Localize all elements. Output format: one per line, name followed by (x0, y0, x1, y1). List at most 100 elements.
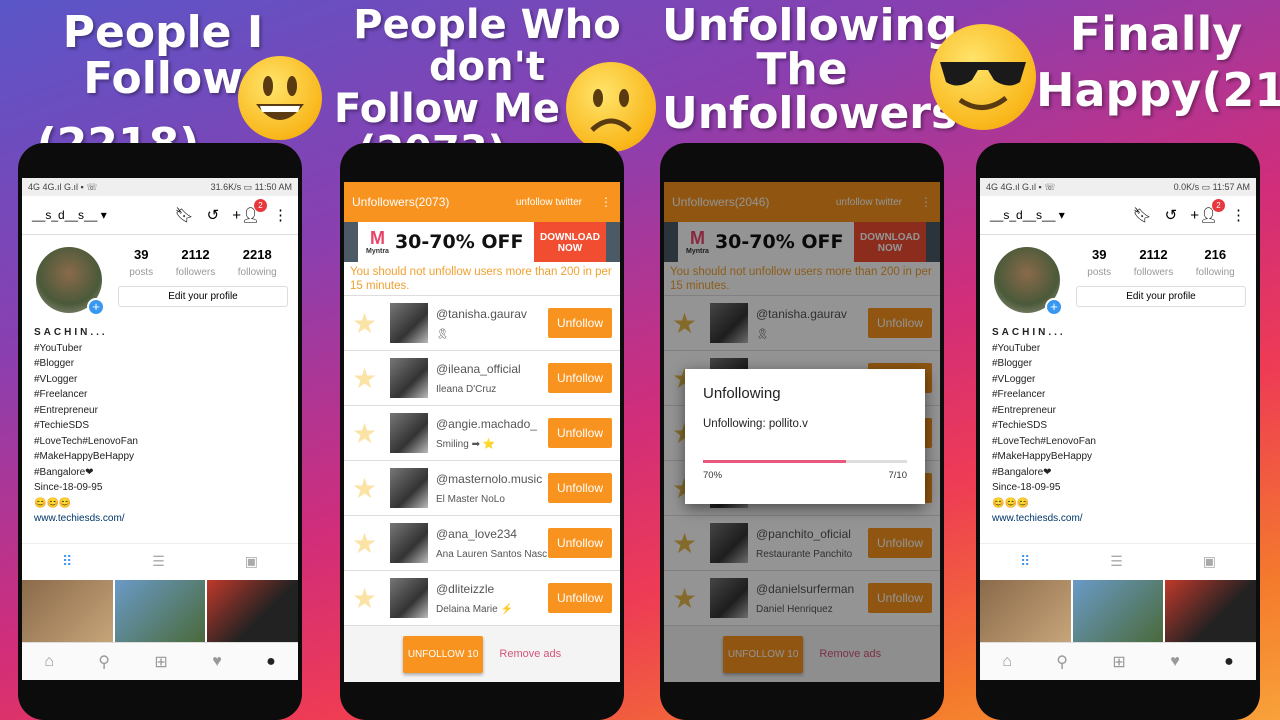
bio-line: #VLogger (992, 373, 1036, 385)
remove-ads-link[interactable]: Remove ads (499, 648, 561, 660)
headline-line: Finally (1069, 7, 1243, 61)
bio-line: Since-18-09-95 (34, 482, 103, 493)
user-avatar (390, 413, 428, 453)
following-count[interactable]: 216 following (1196, 247, 1235, 280)
add-story-icon[interactable]: + (1045, 298, 1063, 316)
progress-fill (703, 460, 846, 463)
notification-badge: 2 (254, 199, 267, 212)
footer: UNFOLLOW 10 Remove ads (344, 626, 620, 682)
user-avatar (390, 303, 428, 343)
followers-count[interactable]: 2112 followers (176, 247, 215, 280)
bookmark-icon[interactable]: 🔖︎ (175, 206, 194, 224)
rate-limit-warning: You should not unfollow users more than … (344, 262, 620, 296)
bookmark-icon[interactable]: 🔖︎ (1133, 206, 1152, 224)
headline-line: Follow Me (334, 86, 560, 132)
unfollow-button[interactable]: Unfollow (547, 418, 612, 448)
bio-line: 😊😊😊 (34, 497, 72, 509)
website-link[interactable]: www.techiesds.com/ (34, 511, 286, 527)
photo-thumb[interactable] (22, 580, 113, 642)
bio-line: #YouTuber (992, 342, 1041, 354)
headline-unfollowing-the-unfollowers: Unfollowing The Unfollowers (662, 4, 957, 136)
followers-value: 2112 (1139, 247, 1168, 262)
grid-view-icon[interactable]: ⠿ (1020, 553, 1030, 570)
add-post-icon[interactable]: ⊞ (1112, 652, 1125, 672)
avatar[interactable]: + (36, 247, 105, 316)
notification-badge: 2 (1212, 199, 1225, 212)
add-story-icon[interactable]: + (87, 298, 105, 316)
followers-count[interactable]: 2112 followers (1134, 247, 1173, 280)
posts-count[interactable]: 39 posts (129, 247, 153, 280)
heart-icon[interactable]: ♥ (212, 653, 222, 671)
bio-line: #Freelancer (34, 389, 88, 400)
star-icon[interactable]: ★ (352, 417, 390, 450)
user-avatar (390, 578, 428, 618)
home-icon[interactable]: ⌂ (44, 653, 54, 671)
list-view-icon[interactable]: ☰ (1110, 553, 1123, 570)
display-name: SACHIN... (992, 327, 1066, 338)
username-switcher[interactable]: __s_d__s__ ▾ (32, 208, 107, 222)
unfollow-button[interactable]: Unfollow (547, 473, 612, 503)
following-count[interactable]: 2218 following (238, 247, 277, 280)
frowning-face-icon (566, 62, 656, 152)
tagged-icon[interactable]: ▣ (1203, 553, 1216, 570)
history-icon[interactable]: ↺ (1165, 206, 1178, 224)
search-icon[interactable]: ⚲ (1056, 652, 1068, 672)
profile-icon[interactable]: ● (1224, 653, 1234, 671)
user-avatar (390, 358, 428, 398)
unfollow-twitter-link[interactable]: unfollow twitter (516, 197, 582, 208)
profile-icon[interactable]: ● (266, 653, 276, 671)
search-icon[interactable]: ⚲ (98, 652, 110, 672)
unfollow-button[interactable]: Unfollow (547, 363, 612, 393)
tagged-icon[interactable]: ▣ (245, 553, 258, 570)
home-icon[interactable]: ⌂ (1002, 653, 1012, 671)
add-person-icon[interactable]: +👤︎ 2 (232, 199, 267, 224)
phone-unfollowing-progress: Unfollowers(2046) unfollow twitter ⋮ M Mynt… (660, 143, 944, 720)
star-icon[interactable]: ★ (352, 527, 390, 560)
posts-count[interactable]: 39 posts (1087, 247, 1111, 280)
more-icon[interactable]: ⋮ (273, 206, 288, 224)
list-view-icon[interactable]: ☰ (152, 553, 165, 570)
photo-thumb[interactable] (980, 580, 1071, 642)
bio-line: #LoveTech#LenovoFan (992, 435, 1096, 447)
edit-profile-button[interactable]: Edit your profile (1076, 286, 1246, 307)
phone-profile-before: 4G 4G.ıl G.ıl ▪ ☏ 31.6K/s ▭ 11:50 AM __s_… (18, 143, 302, 720)
photo-thumb[interactable] (114, 580, 206, 642)
headline-line: The (756, 44, 848, 95)
website-link[interactable]: www.techiesds.com/ (992, 511, 1244, 527)
avatar[interactable]: + (994, 247, 1063, 316)
unfollow-button[interactable]: Unfollow (547, 528, 612, 558)
ad-offer: 30-70% OFF (394, 231, 524, 253)
star-icon[interactable]: ★ (352, 307, 390, 340)
clock: 11:57 AM (1212, 181, 1250, 192)
bottom-nav: ⌂ ⚲ ⊞ ♥ ● (22, 642, 298, 680)
more-icon[interactable]: ⋮ (1231, 206, 1246, 224)
bio-line: #Blogger (992, 358, 1033, 369)
dialog-message: Unfollowing: pollito.v (703, 418, 808, 430)
username-switcher[interactable]: __s_d__s__ ▾ (990, 208, 1065, 222)
grid-view-icon[interactable]: ⠿ (62, 553, 72, 570)
star-icon[interactable]: ★ (352, 472, 390, 505)
photo-thumb[interactable] (1072, 580, 1164, 642)
more-icon[interactable]: ⋮ (600, 195, 612, 209)
unfollow-button[interactable]: Unfollow (547, 583, 612, 613)
star-icon[interactable]: ★ (352, 582, 390, 615)
bio-line: #Blogger (34, 358, 75, 369)
following-value: 216 (1204, 247, 1227, 262)
star-icon[interactable]: ★ (352, 362, 390, 395)
bio: SACHIN... #YouTuber #Blogger #VLogger #Freel… (22, 313, 298, 527)
bio-line: #Entrepreneur (992, 404, 1056, 416)
network-speed: 0.0K/s (1173, 181, 1200, 192)
photo-thumb[interactable] (1165, 580, 1256, 642)
heart-icon[interactable]: ♥ (1170, 653, 1180, 671)
ad-banner[interactable]: M Myntra 30-70% OFF DOWNLOAD NOW (344, 222, 620, 262)
unfollow-10-button[interactable]: UNFOLLOW 10 (402, 635, 484, 673)
add-post-icon[interactable]: ⊞ (154, 652, 167, 672)
photo-thumb[interactable] (207, 580, 298, 642)
history-icon[interactable]: ↺ (207, 206, 220, 224)
myntra-logo: M Myntra (366, 228, 389, 255)
unfollowing-dialog: Unfollowing Unfollowing: pollito.v 70% 7/10 (685, 369, 925, 504)
unfollow-button[interactable]: Unfollow (547, 308, 612, 338)
ad-download-button[interactable]: DOWNLOAD NOW (534, 222, 606, 262)
add-person-icon[interactable]: +👤︎ 2 (1190, 199, 1225, 224)
edit-profile-button[interactable]: Edit your profile (118, 286, 288, 307)
